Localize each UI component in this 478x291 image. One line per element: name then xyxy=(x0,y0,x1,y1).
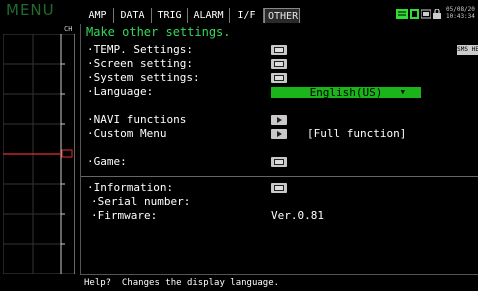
menu-title[interactable]: MENU xyxy=(6,1,55,19)
dropdown-arrow-icon: ▼ xyxy=(400,88,405,96)
help-bar: Help? Changes the display language. xyxy=(80,274,478,291)
custom-menu-value: [Full function] xyxy=(307,127,407,140)
language-label: ·Language: xyxy=(87,85,154,98)
side-tag: SMS HE xyxy=(457,45,478,55)
navi-functions-button[interactable] xyxy=(271,115,287,125)
section-divider xyxy=(81,176,478,177)
custom-menu-label: ·Custom Menu xyxy=(87,127,167,140)
firmware-label: ·Firmware: xyxy=(91,209,158,222)
clock: 05/08/20 10:43:34 xyxy=(446,6,475,20)
tab-alarm[interactable]: ALARM xyxy=(188,8,230,23)
system-settings-button[interactable] xyxy=(271,73,287,83)
game-button[interactable] xyxy=(271,157,287,167)
temp-settings-label: ·TEMP. Settings: xyxy=(87,43,193,56)
tab-other[interactable]: OTHER xyxy=(264,8,300,23)
section-title: Make other settings. xyxy=(86,25,231,39)
information-label: ·Information: xyxy=(87,181,174,194)
clock-time: 10:43:34 xyxy=(446,13,475,20)
lock-icon xyxy=(433,9,441,19)
screen-setting-button[interactable] xyxy=(271,59,287,69)
memory-icon xyxy=(421,9,431,19)
clock-date: 05/08/20 xyxy=(446,6,475,13)
channel-marker xyxy=(61,149,73,158)
help-text: Help? Changes the display language. xyxy=(84,278,280,288)
mini-waveform-graph xyxy=(3,34,75,274)
serial-number-label: ·Serial number: xyxy=(91,195,191,208)
tab-trig[interactable]: TRIG xyxy=(152,8,188,23)
language-select[interactable]: English(US) ▼ xyxy=(271,87,421,98)
menu-panel: MENU CH xyxy=(0,0,80,291)
system-settings-label: ·System settings: xyxy=(87,71,200,84)
screen-setting-label: ·Screen setting: xyxy=(87,57,193,70)
channel-label: CH xyxy=(64,25,73,33)
tab-data[interactable]: DATA xyxy=(114,8,152,23)
status-icons xyxy=(396,9,444,21)
tab-amp[interactable]: AMP xyxy=(82,8,114,23)
information-button[interactable] xyxy=(271,183,287,193)
language-value: English(US) xyxy=(309,86,383,99)
screen: MENU CH AMP DATA TRIG ALARM I/F OTHER 05… xyxy=(0,0,478,291)
temp-settings-button[interactable] xyxy=(271,45,287,55)
custom-menu-button[interactable] xyxy=(271,129,287,139)
firmware-value: Ver.0.81 xyxy=(271,209,324,222)
sd-card-icon xyxy=(410,9,419,19)
navi-functions-label: ·NAVI functions xyxy=(87,113,187,126)
battery-icon xyxy=(396,9,408,19)
tab-if[interactable]: I/F xyxy=(230,8,264,23)
game-label: ·Game: xyxy=(87,155,127,168)
settings-panel: Make other settings. SMS HE ·TEMP. Setti… xyxy=(80,24,478,274)
